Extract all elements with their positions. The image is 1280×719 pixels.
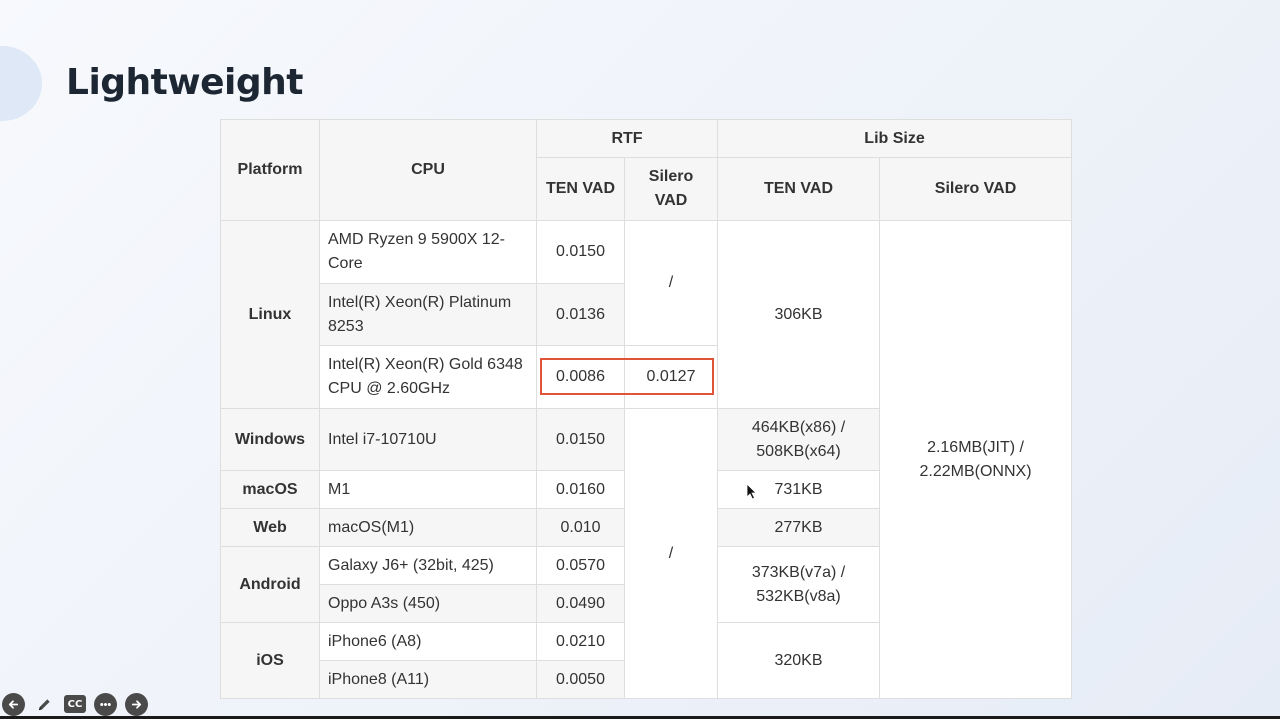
comparison-table: Platform CPU RTF Lib Size TEN VAD Silero… <box>220 119 1073 699</box>
header-lib-silero-vad: Silero VAD <box>879 157 1073 221</box>
rtf-silero-cell-others: / <box>623 408 719 699</box>
lib-ten-cell-android: 373KB(v7a) / 532KB(v8a) <box>717 546 881 623</box>
rtf-ten-cell: 0.0210 <box>536 622 625 661</box>
cpu-cell: Intel i7-10710U <box>319 408 537 471</box>
rtf-ten-cell: 0.0050 <box>536 660 625 699</box>
mouse-cursor-icon <box>747 484 757 500</box>
pencil-icon[interactable] <box>33 693 56 716</box>
header-rtf-ten-vad: TEN VAD <box>536 157 625 221</box>
lib-silero-cell: 2.16MB(JIT) / 2.22MB(ONNX) <box>879 220 1073 699</box>
cpu-cell: Intel(R) Xeon(R) Platinum 8253 <box>319 283 537 346</box>
cpu-cell: Intel(R) Xeon(R) Gold 6348 CPU @ 2.60GHz <box>319 345 537 409</box>
presentation-toolbar: CC <box>2 693 148 716</box>
platform-cell-ios: iOS <box>220 622 320 699</box>
header-lib-size: Lib Size <box>717 119 1073 158</box>
rtf-ten-cell: 0.0136 <box>536 283 625 346</box>
header-platform: Platform <box>220 119 320 221</box>
platform-cell-linux: Linux <box>220 220 320 409</box>
slide-title: Lightweight <box>66 62 304 103</box>
arrow-right-icon[interactable] <box>125 693 148 716</box>
header-rtf-silero-vad: Silero VAD <box>623 157 719 221</box>
more-icon[interactable] <box>94 693 117 716</box>
rtf-ten-cell: 0.0490 <box>536 584 625 623</box>
rtf-ten-cell: 0.0150 <box>536 408 625 471</box>
rtf-ten-cell: 0.010 <box>536 508 625 547</box>
platform-cell-windows: Windows <box>220 408 320 471</box>
decorative-circle <box>0 46 42 121</box>
header-lib-ten-vad: TEN VAD <box>717 157 881 221</box>
lib-ten-cell-linux: 306KB <box>717 220 881 409</box>
rtf-silero-cell-highlighted: 0.0127 <box>623 345 719 409</box>
header-cpu: CPU <box>319 119 537 221</box>
lib-ten-cell-ios: 320KB <box>717 622 881 699</box>
table-row: Linux AMD Ryzen 9 5900X 12-Core 0.0150 /… <box>220 220 1073 699</box>
header-rtf: RTF <box>535 119 719 158</box>
cc-label: CC <box>67 698 83 710</box>
rtf-ten-cell: 0.0160 <box>536 470 625 509</box>
platform-cell-android: Android <box>220 546 320 623</box>
lib-ten-cell-macos: 731KB <box>717 470 881 509</box>
arrow-left-icon[interactable] <box>2 693 25 716</box>
cpu-cell: AMD Ryzen 9 5900X 12-Core <box>319 220 537 284</box>
cpu-cell: iPhone8 (A11) <box>319 660 537 699</box>
cpu-cell: iPhone6 (A8) <box>319 622 537 661</box>
rtf-ten-cell: 0.0570 <box>536 546 625 585</box>
rtf-ten-cell-highlighted: 0.0086 <box>536 345 625 409</box>
lib-ten-cell-web: 277KB <box>717 508 881 547</box>
lib-ten-cell-windows: 464KB(x86) / 508KB(x64) <box>717 408 881 471</box>
rtf-ten-cell: 0.0150 <box>536 220 625 284</box>
cpu-cell: macOS(M1) <box>319 508 537 547</box>
platform-cell-macos: macOS <box>220 470 320 509</box>
closed-caption-icon[interactable]: CC <box>64 695 86 713</box>
rtf-silero-cell-linux: / <box>623 220 719 346</box>
platform-cell-web: Web <box>220 508 320 547</box>
cpu-cell: M1 <box>319 470 537 509</box>
cpu-cell: Oppo A3s (450) <box>319 584 537 623</box>
cpu-cell: Galaxy J6+ (32bit, 425) <box>319 546 537 585</box>
